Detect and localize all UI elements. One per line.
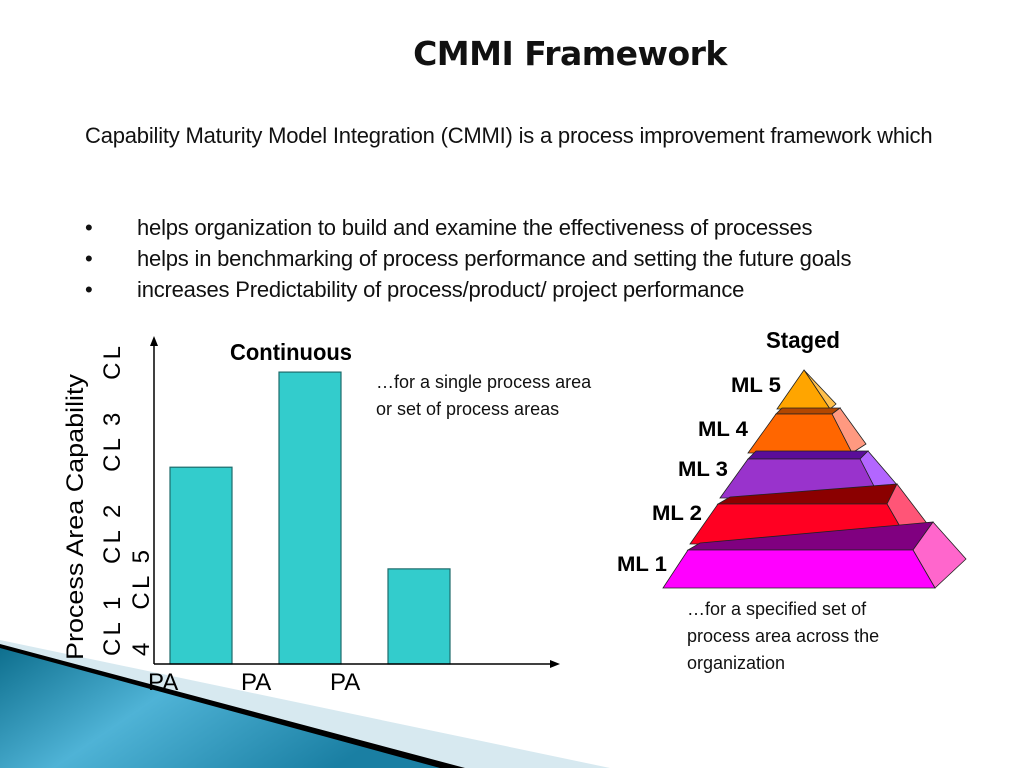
pyramid-level: ML 5 (731, 369, 837, 410)
pyramid-level-top (747, 450, 869, 460)
pyramid-level-label: ML 3 (678, 458, 728, 481)
staged-note-line: …for a specified set of (687, 599, 867, 619)
staged-title: Staged (766, 327, 840, 353)
staged-note-line: process area across the (687, 626, 880, 646)
pyramid-level-label: ML 5 (731, 374, 781, 397)
staged-note: …for a specified set of process area acr… (687, 596, 879, 677)
pyramid-level-label: ML 2 (652, 502, 702, 525)
staged-note-line: organization (687, 653, 786, 673)
pyramid-level-label: ML 1 (617, 553, 667, 576)
pyramid-level-top (775, 407, 842, 415)
pyramid-level-label: ML 4 (698, 418, 748, 441)
pyramid-level: ML 4 (698, 407, 867, 454)
pyramid-levels: ML 5 ML 4 ML 3 ML 2 ML 1 (617, 369, 967, 589)
pyramid-level-front (662, 549, 936, 589)
